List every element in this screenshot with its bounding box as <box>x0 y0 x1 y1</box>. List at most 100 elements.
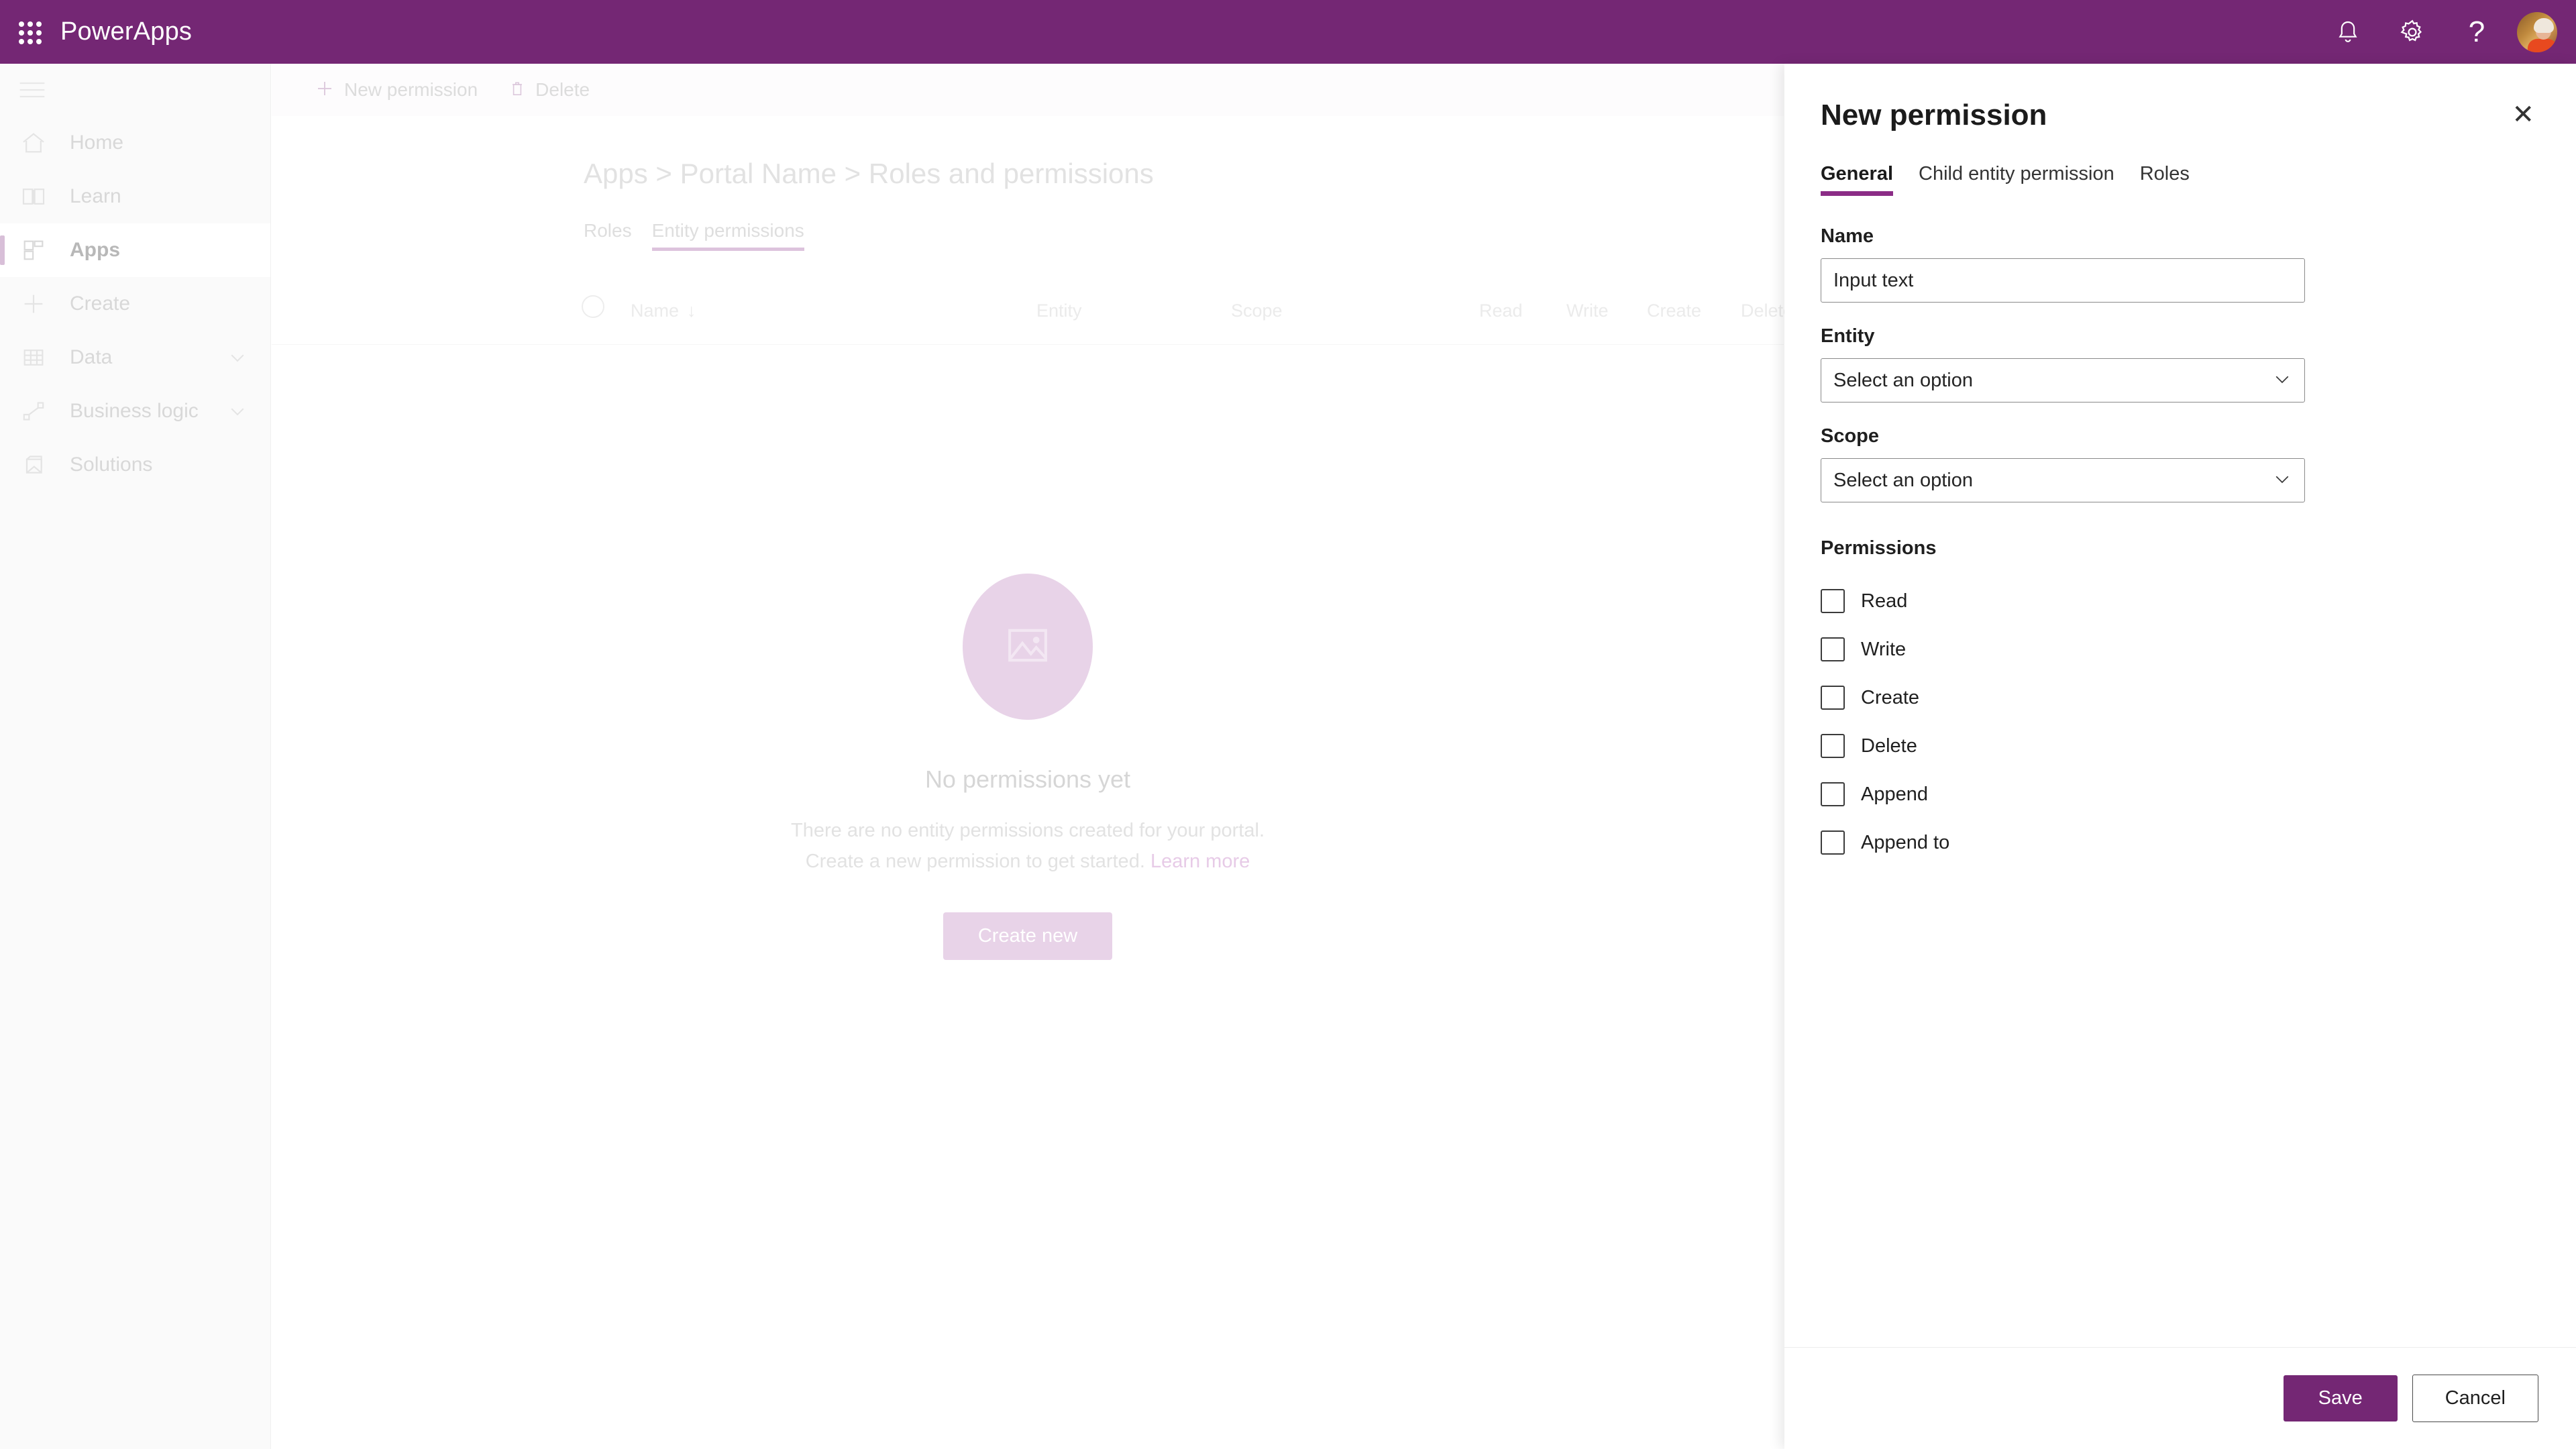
left-sidebar: Home Learn Apps Create Data Business log… <box>0 64 271 1449</box>
checkbox-box[interactable] <box>1821 734 1845 758</box>
checkbox-label: Delete <box>1861 735 1917 757</box>
scope-select[interactable]: Select an option <box>1821 458 2305 502</box>
chevron-down-icon[interactable] <box>227 401 248 421</box>
help-glyph: ? <box>2468 15 2485 48</box>
sidebar-item-label: Business logic <box>70 400 199 422</box>
tab-child-entity-permission[interactable]: Child entity permission <box>1919 163 2114 196</box>
command-bar: New permission Delete <box>272 64 1784 116</box>
panel-tabs: General Child entity permission Roles <box>1784 132 2576 196</box>
column-header-name[interactable]: Name ↓ <box>631 301 696 321</box>
sidebar-item-business-logic[interactable]: Business logic <box>0 384 270 438</box>
permission-checkbox-write[interactable]: Write <box>1821 625 2540 674</box>
entity-field-label: Entity <box>1821 325 1875 347</box>
content-tabs: Roles Entity permissions <box>272 220 1784 251</box>
checkbox-box[interactable] <box>1821 830 1845 855</box>
chevron-down-icon <box>2272 369 2292 392</box>
brand-title: PowerApps <box>60 17 193 46</box>
sidebar-item-apps[interactable]: Apps <box>0 223 270 277</box>
cancel-button[interactable]: Cancel <box>2412 1375 2538 1422</box>
plus-icon <box>315 78 335 102</box>
sidebar-item-label: Learn <box>70 185 121 207</box>
chevron-down-icon[interactable] <box>227 347 248 368</box>
checkbox-label: Append to <box>1861 831 1950 853</box>
hamburger-menu-icon[interactable] <box>0 64 270 116</box>
sidebar-item-data[interactable]: Data <box>0 331 270 384</box>
tab-entity-permissions[interactable]: Entity permissions <box>651 220 804 251</box>
image-placeholder-icon <box>1002 620 1053 674</box>
new-permission-label: New permission <box>344 79 478 100</box>
panel-title: New permission <box>1821 99 2047 131</box>
column-header-write[interactable]: Write <box>1566 301 1609 321</box>
name-field-label: Name <box>1821 225 1874 247</box>
checkbox-label: Create <box>1861 686 1920 708</box>
header-actions: ? <box>2316 0 2576 64</box>
checkbox-box[interactable] <box>1821 686 1845 710</box>
permission-checkbox-append-to[interactable]: Append to <box>1821 818 2540 867</box>
sort-descending-arrow: ↓ <box>687 301 696 321</box>
empty-state: No permissions yet There are no entity p… <box>272 574 1784 960</box>
question-mark-icon[interactable]: ? <box>2445 0 2509 64</box>
trash-icon <box>508 78 526 102</box>
permission-checkbox-read[interactable]: Read <box>1821 577 2540 625</box>
new-permission-button[interactable]: New permission <box>304 73 488 107</box>
checkbox-label: Write <box>1861 638 1907 660</box>
book-icon <box>20 183 55 210</box>
avatar[interactable] <box>2517 11 2557 52</box>
checkbox-box[interactable] <box>1821 637 1845 661</box>
empty-state-title: No permissions yet <box>924 765 1131 793</box>
flow-icon <box>20 398 55 425</box>
gear-icon[interactable] <box>2380 0 2445 64</box>
panel-body: Name Entity Select an option Scope Selec… <box>1784 196 2576 1347</box>
empty-desc-line1: There are no entity permissions created … <box>791 820 1265 841</box>
entity-select[interactable]: Select an option <box>1821 358 2305 402</box>
name-input[interactable] <box>1821 258 2305 303</box>
top-header-bar: PowerApps ? <box>0 0 2576 64</box>
new-permission-panel: New permission ✕ General Child entity pe… <box>1784 64 2576 1449</box>
sidebar-item-label: Create <box>70 292 131 315</box>
column-header-create[interactable]: Create <box>1647 301 1701 321</box>
entity-select-value: Select an option <box>1833 369 1973 391</box>
table-icon <box>20 344 55 371</box>
permission-checkbox-append[interactable]: Append <box>1821 770 2540 818</box>
sidebar-item-learn[interactable]: Learn <box>0 170 270 223</box>
apps-grid-icon <box>20 237 55 264</box>
breadcrumb[interactable]: Apps > Portal Name > Roles and permissio… <box>272 158 1784 190</box>
save-button[interactable]: Save <box>2283 1375 2398 1421</box>
panel-footer: Save Cancel <box>1784 1347 2576 1449</box>
close-icon[interactable]: ✕ <box>2506 99 2540 131</box>
column-header-entity[interactable]: Entity <box>1036 301 1082 321</box>
tab-general[interactable]: General <box>1821 163 1893 196</box>
tab-roles[interactable]: Roles <box>584 220 632 251</box>
empty-desc-line2: Create a new permission to get started. <box>805 851 1145 873</box>
select-all-circle[interactable] <box>582 295 604 318</box>
sidebar-item-label: Solutions <box>70 453 153 476</box>
bell-icon[interactable] <box>2316 0 2380 64</box>
learn-more-link[interactable]: Learn more <box>1150 851 1250 872</box>
column-header-scope[interactable]: Scope <box>1231 301 1283 321</box>
table-header-row: Name ↓ Entity Scope Read Write Create De… <box>272 286 2025 345</box>
sidebar-item-label: Apps <box>70 239 120 261</box>
checkbox-box[interactable] <box>1821 589 1845 613</box>
sidebar-item-solutions[interactable]: Solutions <box>0 438 270 492</box>
tab-roles[interactable]: Roles <box>2140 163 2190 196</box>
chevron-down-icon <box>2272 469 2292 492</box>
app-launcher-icon[interactable] <box>15 17 44 47</box>
sidebar-item-home[interactable]: Home <box>0 116 270 170</box>
checkbox-box[interactable] <box>1821 782 1845 806</box>
permission-checkbox-delete[interactable]: Delete <box>1821 722 2540 770</box>
column-header-read[interactable]: Read <box>1479 301 1523 321</box>
checkbox-label: Append <box>1861 783 1928 805</box>
scope-field-label: Scope <box>1821 425 1880 447</box>
sidebar-item-label: Home <box>70 131 124 154</box>
column-label: Name <box>631 301 680 321</box>
delete-label: Delete <box>535 79 590 100</box>
create-new-button[interactable]: Create new <box>943 912 1113 960</box>
sidebar-item-label: Data <box>70 346 113 368</box>
permission-checkbox-create[interactable]: Create <box>1821 674 2540 722</box>
home-icon <box>20 129 55 156</box>
empty-state-description: There are no entity permissions created … <box>791 815 1265 877</box>
empty-state-illustration <box>963 574 1093 720</box>
sidebar-item-create[interactable]: Create <box>0 277 270 331</box>
scope-select-value: Select an option <box>1833 469 1973 491</box>
delete-button[interactable]: Delete <box>498 73 600 107</box>
